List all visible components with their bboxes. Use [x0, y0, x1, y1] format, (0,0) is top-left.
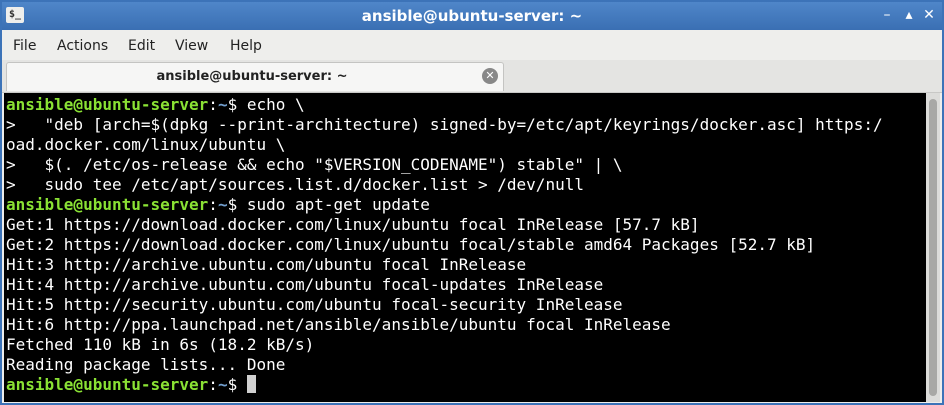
minimize-icon[interactable]: –	[878, 6, 896, 24]
terminal-line: Fetched 110 kB in 6s (18.2 kB/s)	[6, 335, 883, 355]
terminal-line: Get:2 https://download.docker.com/linux/…	[6, 235, 883, 255]
output-text: Hit:4 http://archive.ubuntu.com/ubuntu f…	[6, 275, 604, 294]
terminal-line: Reading package lists... Done	[6, 355, 883, 375]
menu-help[interactable]: Help	[230, 38, 262, 54]
menu-view[interactable]: View	[175, 38, 208, 54]
output-text: Hit:3 http://archive.ubuntu.com/ubuntu f…	[6, 255, 527, 274]
output-text: Reading package lists... Done	[6, 355, 286, 374]
tab-terminal[interactable]: ansible@ubuntu-server: ~ ✕	[6, 62, 504, 91]
menu-edit[interactable]: Edit	[128, 38, 155, 54]
terminal-line: oad.docker.com/linux/ubuntu \	[6, 135, 883, 155]
prompt-user-host: ansible@ubuntu-server	[6, 375, 209, 394]
terminal-line: Hit:3 http://archive.ubuntu.com/ubuntu f…	[6, 255, 883, 275]
menu-actions[interactable]: Actions	[57, 38, 108, 54]
prompt-path: ~	[217, 375, 228, 394]
prompt-user-host: ansible@ubuntu-server	[6, 195, 209, 214]
output-text: > $(. /etc/os-release && echo "$VERSION_…	[6, 155, 623, 174]
output-text: Fetched 110 kB in 6s (18.2 kB/s)	[6, 335, 315, 354]
title-bar[interactable]: $_ ansible@ubuntu-server: ~ – ▴ ✕	[2, 2, 942, 30]
terminal-window: $_ ansible@ubuntu-server: ~ – ▴ ✕ File A…	[0, 0, 944, 405]
terminal-line: Get:1 https://download.docker.com/linux/…	[6, 215, 883, 235]
terminal-line: ansible@ubuntu-server:~$	[6, 375, 883, 395]
prompt-symbol: $	[227, 95, 238, 114]
terminal-line: Hit:4 http://archive.ubuntu.com/ubuntu f…	[6, 275, 883, 295]
terminal-line: > "deb [arch=$(dpkg --print-architecture…	[6, 115, 883, 135]
terminal-line: Hit:6 http://ppa.launchpad.net/ansible/a…	[6, 315, 883, 335]
terminal-line: ansible@ubuntu-server:~$ echo \	[6, 95, 883, 115]
command-text: echo \	[237, 95, 305, 114]
text-cursor	[246, 375, 256, 393]
terminal-line: > $(. /etc/os-release && echo "$VERSION_…	[6, 155, 883, 175]
maximize-icon[interactable]: ▴	[900, 6, 918, 24]
scroll-thumb[interactable]	[929, 99, 937, 396]
prompt-path: ~	[217, 95, 228, 114]
tab-close-icon[interactable]: ✕	[482, 68, 498, 84]
tab-label: ansible@ubuntu-server: ~	[156, 69, 348, 84]
output-text: Get:1 https://download.docker.com/linux/…	[6, 215, 700, 234]
terminal-line: Hit:5 http://security.ubuntu.com/ubuntu …	[6, 295, 883, 315]
prompt-separator: :	[208, 195, 218, 214]
window-title: ansible@ubuntu-server: ~	[361, 7, 583, 25]
menu-file[interactable]: File	[13, 38, 36, 54]
terminal-lines: ansible@ubuntu-server:~$ echo \ > "deb [a…	[6, 95, 883, 395]
prompt-user-host: ansible@ubuntu-server	[6, 95, 209, 114]
command-text: sudo apt-get update	[237, 195, 430, 214]
command-text	[237, 375, 247, 394]
output-text: oad.docker.com/linux/ubuntu \	[6, 135, 286, 154]
prompt-separator: :	[208, 95, 218, 114]
prompt-separator: :	[208, 375, 218, 394]
output-text: Hit:5 http://security.ubuntu.com/ubuntu …	[6, 295, 623, 314]
menu-bar: File Actions Edit View Help	[2, 30, 942, 60]
output-text: > sudo tee /etc/apt/sources.list.d/docke…	[6, 175, 584, 194]
tab-bar: ansible@ubuntu-server: ~ ✕	[2, 60, 942, 93]
terminal-line: > sudo tee /etc/apt/sources.list.d/docke…	[6, 175, 883, 195]
terminal-line: ansible@ubuntu-server:~$ sudo apt-get up…	[6, 195, 883, 215]
output-text: Get:2 https://download.docker.com/linux/…	[6, 235, 816, 254]
output-text: > "deb [arch=$(dpkg --print-architecture…	[6, 115, 883, 134]
output-text: Hit:6 http://ppa.launchpad.net/ansible/a…	[6, 315, 671, 334]
terminal-output[interactable]: ansible@ubuntu-server:~$ echo \ > "deb [a…	[4, 93, 926, 402]
close-icon[interactable]: ✕	[920, 6, 938, 24]
prompt-symbol: $	[227, 375, 238, 394]
prompt-path: ~	[217, 195, 228, 214]
terminal-scrollbar[interactable]	[926, 93, 940, 402]
prompt-symbol: $	[227, 195, 238, 214]
